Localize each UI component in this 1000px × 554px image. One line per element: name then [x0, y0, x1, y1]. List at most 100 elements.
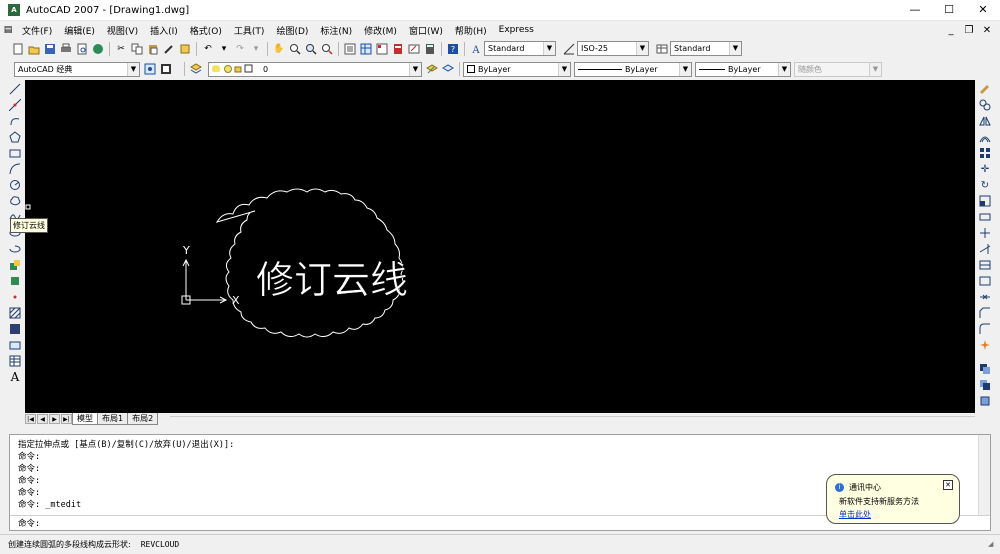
menu-draw[interactable]: 绘图(D) — [270, 24, 314, 37]
workspace-settings-icon[interactable] — [143, 62, 157, 76]
draworder-icon[interactable] — [978, 362, 992, 376]
undo-dropdown-icon[interactable]: ▾ — [217, 42, 231, 56]
undo-icon[interactable]: ↶ — [201, 42, 215, 56]
print-icon[interactable] — [59, 42, 73, 56]
construction-line-icon[interactable] — [8, 98, 22, 112]
horizontal-scrollbar[interactable] — [170, 416, 975, 424]
table-icon[interactable] — [8, 354, 22, 368]
match-properties-icon[interactable] — [162, 42, 176, 56]
menu-edit[interactable]: 编辑(E) — [58, 24, 101, 37]
command-input[interactable]: 命令: — [18, 517, 40, 529]
linetype-dropdown[interactable]: ByLayer ▼ — [574, 61, 692, 77]
stretch-icon[interactable] — [978, 210, 992, 224]
print-preview-icon[interactable] — [75, 42, 89, 56]
pan-icon[interactable]: ✋ — [272, 42, 286, 56]
arc-icon[interactable] — [8, 162, 22, 176]
send-back-icon[interactable] — [978, 394, 992, 408]
insert-block-icon[interactable] — [8, 258, 22, 272]
dim-style-dropdown[interactable]: ISO-25 ▼ — [577, 41, 649, 56]
menu-modify[interactable]: 修改(M) — [358, 24, 403, 37]
command-scrollbar[interactable] — [978, 435, 990, 515]
first-tab-icon[interactable]: |◀ — [25, 414, 36, 424]
break-at-point-icon[interactable] — [978, 258, 992, 272]
bubble-link[interactable]: 单击此处 — [839, 509, 871, 520]
tab-layout2[interactable]: 布局2 — [127, 413, 159, 425]
publish-icon[interactable] — [91, 42, 105, 56]
resize-grip-icon[interactable]: ◢ — [988, 540, 998, 550]
fillet-icon[interactable] — [978, 322, 992, 336]
zoom-realtime-icon[interactable] — [288, 42, 302, 56]
workspace-dropdown[interactable]: AutoCAD 经典 ▼ — [14, 61, 140, 77]
my-workspace-icon[interactable] — [159, 62, 173, 76]
offset-icon[interactable] — [978, 130, 992, 144]
layer-previous-icon[interactable] — [441, 62, 455, 76]
tab-layout1[interactable]: 布局1 — [97, 413, 129, 425]
block-editor-icon[interactable] — [178, 42, 192, 56]
layer-dropdown[interactable]: 0 ▼ — [208, 61, 422, 77]
hatch-icon[interactable] — [8, 306, 22, 320]
copy-icon[interactable] — [130, 42, 144, 56]
join-icon[interactable] — [978, 290, 992, 304]
array-icon[interactable] — [978, 146, 992, 160]
dim-style-icon[interactable] — [562, 42, 576, 56]
menu-help[interactable]: 帮助(H) — [449, 24, 493, 37]
break-icon[interactable] — [978, 274, 992, 288]
menu-view[interactable]: 视图(V) — [101, 24, 144, 37]
gradient-icon[interactable] — [8, 322, 22, 336]
redo-icon[interactable]: ↷ — [233, 42, 247, 56]
text-style-dropdown[interactable]: Standard ▼ — [484, 41, 556, 56]
redo-dropdown-icon[interactable]: ▾ — [249, 42, 263, 56]
move-icon[interactable]: ✛ — [978, 162, 992, 176]
line-icon[interactable] — [8, 82, 22, 96]
scale-icon[interactable] — [978, 194, 992, 208]
table-style-icon[interactable] — [655, 42, 669, 56]
polyline-icon[interactable] — [8, 114, 22, 128]
minimize-button[interactable]: — — [898, 0, 932, 21]
menu-tools[interactable]: 工具(T) — [228, 24, 271, 37]
extend-icon[interactable] — [978, 242, 992, 256]
point-icon[interactable] — [8, 290, 22, 304]
open-icon[interactable] — [27, 42, 41, 56]
menu-format[interactable]: 格式(O) — [184, 24, 228, 37]
menu-window[interactable]: 窗口(W) — [403, 24, 449, 37]
close-button[interactable]: ✕ — [966, 0, 1000, 21]
design-center-icon[interactable] — [359, 42, 373, 56]
calculator-icon[interactable] — [423, 42, 437, 56]
drawing-canvas[interactable]: 修订云线 Y X — [25, 80, 975, 413]
close-icon[interactable]: ✕ — [943, 480, 953, 490]
zoom-previous-icon[interactable] — [320, 42, 334, 56]
multiline-text-icon[interactable]: A — [8, 370, 22, 384]
menu-file[interactable]: 文件(F) — [16, 24, 58, 37]
save-icon[interactable] — [43, 42, 57, 56]
erase-icon[interactable] — [978, 82, 992, 96]
properties-icon[interactable] — [343, 42, 357, 56]
layer-manager-icon[interactable] — [189, 62, 203, 76]
menu-insert[interactable]: 插入(I) — [144, 24, 184, 37]
menu-dimension[interactable]: 标注(N) — [314, 24, 358, 37]
mirror-icon[interactable] — [978, 114, 992, 128]
cut-icon[interactable]: ✂ — [114, 42, 128, 56]
polygon-icon[interactable] — [8, 130, 22, 144]
doc-minimize-button[interactable]: _ — [942, 25, 960, 36]
rectangle-icon[interactable] — [8, 146, 22, 160]
new-icon[interactable] — [11, 42, 25, 56]
zoom-window-icon[interactable] — [304, 42, 318, 56]
maximize-button[interactable]: ☐ — [932, 0, 966, 21]
tab-model[interactable]: 模型 — [72, 413, 98, 425]
sheet-set-icon[interactable] — [391, 42, 405, 56]
tool-palettes-icon[interactable] — [375, 42, 389, 56]
last-tab-icon[interactable]: ▶| — [61, 414, 72, 424]
make-object-layer-current-icon[interactable] — [425, 62, 439, 76]
revcloud-icon[interactable] — [8, 194, 22, 208]
autocad-logo-icon[interactable]: A — [8, 4, 20, 16]
prev-tab-icon[interactable]: ◀ — [37, 414, 48, 424]
doc-restore-button[interactable]: ❐ — [960, 25, 978, 36]
markup-set-icon[interactable] — [407, 42, 421, 56]
copy-object-icon[interactable] — [978, 98, 992, 112]
make-block-icon[interactable] — [8, 274, 22, 288]
menu-express[interactable]: Express — [493, 25, 540, 35]
circle-icon[interactable] — [8, 178, 22, 192]
paste-icon[interactable] — [146, 42, 160, 56]
rotate-icon[interactable]: ↻ — [978, 178, 992, 192]
document-icon[interactable]: ▤ — [1, 23, 15, 37]
